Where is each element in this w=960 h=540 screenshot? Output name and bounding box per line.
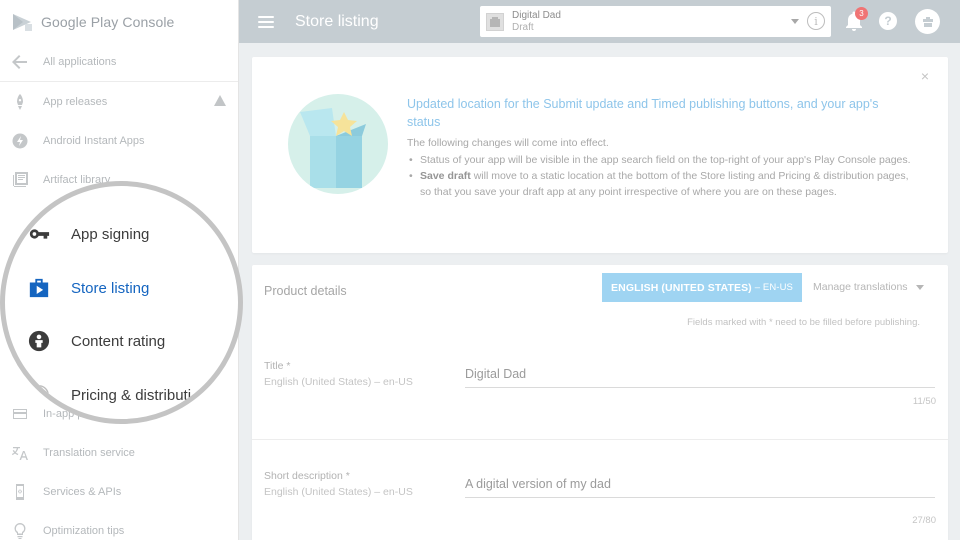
bulb-icon bbox=[12, 522, 28, 539]
account-icon bbox=[922, 16, 933, 27]
sidebar-item-label: Android Instant Apps bbox=[43, 134, 145, 147]
play-console-logo-icon bbox=[13, 13, 32, 31]
notification-count-badge: 3 bbox=[855, 7, 868, 20]
sidebar-item-label: Content rating bbox=[71, 332, 166, 350]
close-icon[interactable]: × bbox=[918, 68, 932, 84]
sidebar-item-pricing-distribution[interactable]: Pricing & distributi bbox=[27, 383, 191, 407]
short-description-char-counter: 27/80 bbox=[912, 515, 936, 526]
store-listing-icon bbox=[27, 276, 51, 300]
manage-translations-label: Manage translations bbox=[813, 281, 908, 293]
sidebar-item-optimization-tips[interactable]: Optimization tips bbox=[0, 511, 238, 540]
sidebar-item-label: App releases bbox=[43, 95, 108, 108]
sidebar-item-label: Translation service bbox=[43, 446, 135, 459]
arrow-back-icon bbox=[12, 54, 28, 70]
short-description-field-label: Short description * English (United Stat… bbox=[264, 468, 413, 500]
translate-icon bbox=[12, 445, 28, 461]
announcement-banner: × Updated location for the Submit update… bbox=[252, 57, 948, 253]
top-app-bar: Store listing Digital Dad Draft i 3 ? bbox=[239, 0, 960, 43]
account-avatar[interactable] bbox=[915, 9, 940, 34]
sidebar-item-label: App signing bbox=[71, 225, 150, 243]
language-button[interactable]: ENGLISH (UNITED STATES) – EN-US bbox=[602, 273, 802, 302]
info-icon[interactable]: i bbox=[807, 12, 825, 30]
save-draft-label: Save draft bbox=[420, 170, 471, 182]
language-label: ENGLISH (UNITED STATES) bbox=[611, 281, 752, 294]
app-icon bbox=[486, 12, 504, 31]
app-status: Draft bbox=[512, 21, 534, 33]
banner-intro: The following changes will come into eff… bbox=[407, 137, 609, 149]
section-title: Product details bbox=[264, 284, 347, 298]
brand[interactable]: Google Play Console bbox=[0, 0, 238, 43]
notifications-button[interactable]: 3 bbox=[845, 7, 868, 31]
info-badge bbox=[218, 214, 238, 234]
help-icon[interactable]: ? bbox=[879, 12, 897, 30]
banner-change-list: Status of your app will be visible in th… bbox=[407, 152, 912, 200]
short-description-input[interactable]: A digital version of my dad bbox=[465, 477, 935, 498]
list-item-text: will move to a static location at the bo… bbox=[420, 170, 909, 198]
warning-icon bbox=[214, 95, 226, 107]
sidebar-item-app-signing[interactable]: App signing bbox=[27, 222, 149, 246]
title-char-counter: 11/50 bbox=[912, 396, 936, 407]
phone-icon bbox=[12, 483, 28, 500]
list-item: Status of your app will be visible in th… bbox=[407, 152, 912, 168]
manage-translations-dropdown[interactable]: Manage translations bbox=[813, 281, 924, 293]
content-rating-icon bbox=[27, 329, 51, 353]
divider bbox=[252, 439, 948, 440]
title-input[interactable]: Digital Dad bbox=[465, 367, 935, 388]
sidebar-item-label: All applications bbox=[43, 56, 117, 68]
field-label: Title * bbox=[264, 360, 291, 372]
sidebar-item-label: Store listing bbox=[71, 279, 150, 297]
bolt-icon bbox=[12, 133, 28, 149]
sidebar-item-android-instant-apps[interactable]: Android Instant Apps bbox=[0, 121, 238, 160]
field-sublabel: English (United States) – en-US bbox=[264, 376, 413, 388]
brand-name: Google Play Console bbox=[41, 13, 175, 30]
sidebar-item-label: Optimization tips bbox=[43, 524, 125, 537]
app-name: Digital Dad bbox=[512, 9, 561, 21]
key-icon bbox=[27, 222, 51, 246]
field-sublabel: English (United States) – en-US bbox=[264, 486, 413, 498]
chevron-down-icon bbox=[915, 284, 924, 290]
sidebar-item-all-applications[interactable]: All applications bbox=[0, 43, 238, 82]
rocket-icon bbox=[12, 93, 28, 110]
field-label: Short description * bbox=[264, 470, 350, 482]
title-field-label: Title * English (United States) – en-US bbox=[264, 358, 413, 390]
list-item: Save draft will move to a static locatio… bbox=[407, 168, 912, 200]
sidebar-item-services-apis[interactable]: Services & APIs bbox=[0, 472, 238, 511]
sidebar-item-content-rating[interactable]: Content rating bbox=[27, 329, 165, 353]
sidebar-item-store-listing[interactable]: Store listing bbox=[27, 276, 149, 300]
banner-title: Updated location for the Submit update a… bbox=[407, 97, 879, 129]
page-title: Store listing bbox=[295, 12, 379, 30]
sidebar-item-translation-service[interactable]: Translation service bbox=[0, 433, 238, 472]
open-box-illustration bbox=[288, 94, 388, 194]
required-fields-note: Fields marked with * need to be filled b… bbox=[687, 317, 920, 328]
product-details-card: Product details ENGLISH (UNITED STATES) … bbox=[252, 265, 948, 540]
app-selector[interactable]: Digital Dad Draft i bbox=[480, 6, 831, 37]
menu-icon[interactable] bbox=[258, 15, 274, 28]
card-icon bbox=[12, 406, 28, 422]
globe-icon bbox=[27, 383, 51, 407]
sidebar-item-label: Pricing & distributi bbox=[71, 386, 192, 404]
chevron-down-icon[interactable] bbox=[791, 19, 799, 24]
sidebar-item-app-releases[interactable]: App releases bbox=[0, 82, 238, 121]
magnifier-zoom-overlay: App signing Store listing Content rating… bbox=[0, 181, 243, 424]
sidebar-item-label: Services & APIs bbox=[43, 485, 122, 498]
library-icon bbox=[12, 171, 28, 188]
language-code: – EN-US bbox=[754, 282, 793, 293]
